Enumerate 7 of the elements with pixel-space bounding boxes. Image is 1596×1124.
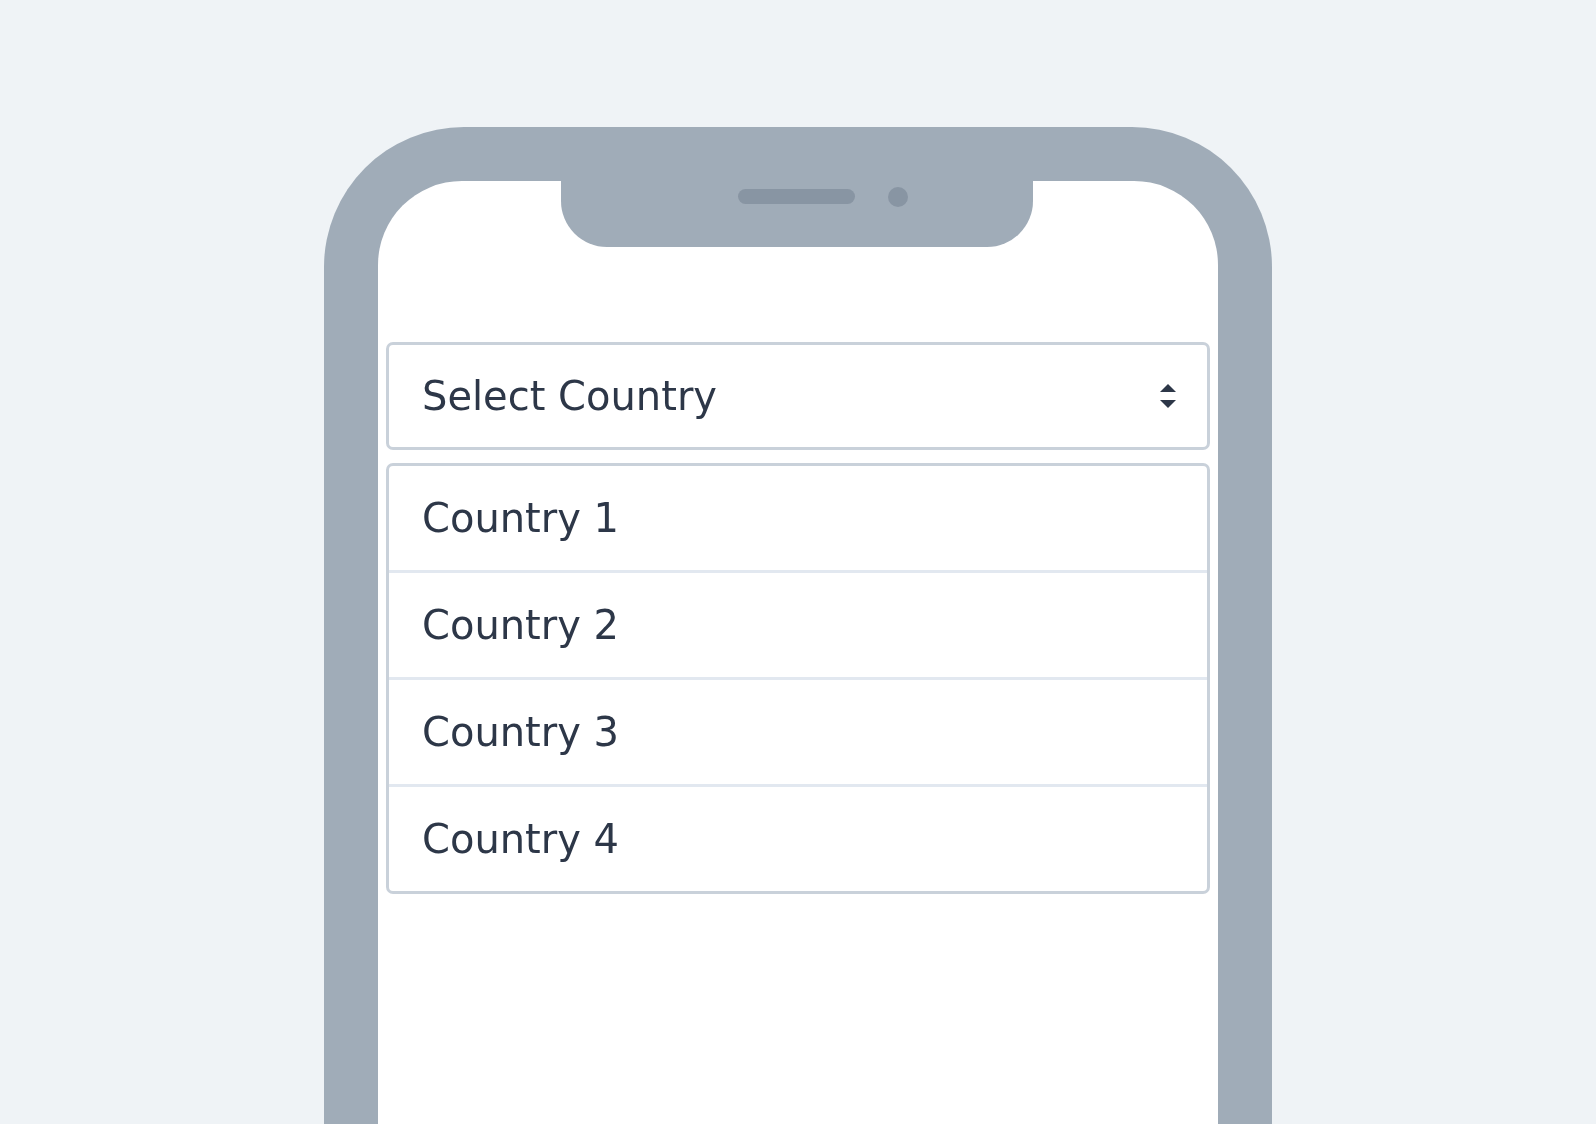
country-option[interactable]: Country 4: [389, 784, 1207, 891]
country-option[interactable]: Country 2: [389, 570, 1207, 677]
sort-icon: [1159, 383, 1177, 409]
country-select[interactable]: Select Country: [386, 342, 1210, 450]
country-option[interactable]: Country 3: [389, 677, 1207, 784]
camera-dot: [888, 187, 908, 207]
country-option[interactable]: Country 1: [389, 466, 1207, 570]
